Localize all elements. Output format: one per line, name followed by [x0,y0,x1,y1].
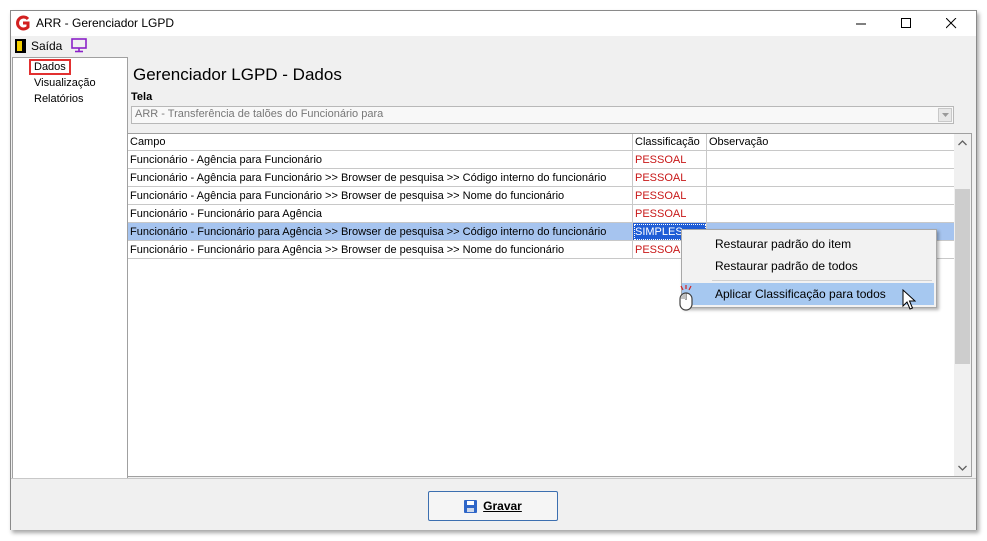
scrollbar-thumb[interactable] [955,189,970,364]
scroll-up-button[interactable] [954,134,971,151]
tree-item-relatorios[interactable]: Relatórios [34,93,84,105]
app-logo-icon [16,15,30,31]
monitor-icon[interactable] [71,38,87,53]
table-row[interactable]: Funcionário - Agência para Funcionário >… [128,187,958,205]
grid-header: Campo Classificação Observação [128,134,958,151]
cell-campo[interactable]: Funcionário - Agência para Funcionário [128,151,633,169]
exit-door-icon [15,39,26,53]
cell-classificacao[interactable]: PESSOAL [633,205,707,223]
tree-item-dados[interactable]: Dados [29,59,71,75]
vertical-scrollbar[interactable] [954,134,971,476]
dropdown-button[interactable] [938,108,952,122]
column-header-observacao[interactable]: Observação [707,134,958,151]
maximize-icon [901,18,911,28]
chevron-up-icon [958,139,967,145]
table-row[interactable]: Funcionário - Agência para Funcionário P… [128,151,958,169]
context-menu: Restaurar padrão do item Restaurar padrã… [681,229,937,308]
save-button-label: Gravar [483,499,522,513]
minimize-icon [856,23,866,25]
table-row[interactable]: Funcionário - Agência para Funcionário >… [128,169,958,187]
chevron-down-icon [958,465,967,471]
scroll-down-button[interactable] [954,459,971,476]
screen-select[interactable]: ARR - Transferência de talões do Funcion… [131,106,954,124]
footer-bar: Gravar [11,478,976,530]
column-header-campo[interactable]: Campo [128,134,633,151]
screen-label: Tela [131,91,153,103]
cell-observacao[interactable] [707,187,958,205]
cell-classificacao[interactable]: PESSOAL [633,169,707,187]
exit-label: Saída [31,39,63,53]
floppy-disk-icon [464,499,478,513]
cell-observacao[interactable] [707,169,958,187]
chevron-down-icon [941,113,949,117]
mouse-click-icon [679,285,693,311]
exit-menu-item[interactable]: Saída [15,38,62,54]
menu-item-restore-all-defaults[interactable]: Restaurar padrão de todos [682,255,934,277]
menu-item-label: Aplicar Classificação para todos [715,287,886,301]
cell-observacao[interactable] [707,205,958,223]
cell-classificacao[interactable]: PESSOAL [633,187,707,205]
column-header-classificacao[interactable]: Classificação [633,134,707,151]
page-title: Gerenciador LGPD - Dados [133,65,342,84]
cell-campo[interactable]: Funcionário - Funcionário para Agência >… [128,223,633,241]
menu-item-label: Restaurar padrão do item [715,237,852,251]
cell-campo[interactable]: Funcionário - Funcionário para Agência >… [128,241,633,259]
maximize-button[interactable] [884,11,929,36]
navigation-tree: Dados Visualização Relatórios [12,57,128,479]
window-title: ARR - Gerenciador LGPD [36,16,175,30]
cell-classificacao[interactable]: PESSOAL [633,151,707,169]
cell-campo[interactable]: Funcionário - Agência para Funcionário >… [128,187,633,205]
mouse-pointer-icon [902,289,916,310]
menu-bar: Saída [11,36,976,56]
menu-item-apply-classification-all[interactable]: Aplicar Classificação para todos [682,283,934,305]
menu-item-restore-item-default[interactable]: Restaurar padrão do item [682,233,934,255]
close-button[interactable] [929,11,974,36]
title-bar[interactable]: ARR - Gerenciador LGPD [11,11,976,36]
screen-select-value: ARR - Transferência de talões do Funcion… [135,108,384,120]
save-button[interactable]: Gravar [428,491,558,521]
cell-campo[interactable]: Funcionário - Agência para Funcionário >… [128,169,633,187]
menu-separator [712,280,932,281]
cell-observacao[interactable] [707,151,958,169]
close-icon [946,18,957,29]
table-row[interactable]: Funcionário - Funcionário para Agência P… [128,205,958,223]
minimize-button[interactable] [839,11,884,36]
tree-item-visualizacao[interactable]: Visualização [34,77,96,89]
menu-item-label: Restaurar padrão de todos [715,259,858,273]
cell-campo[interactable]: Funcionário - Funcionário para Agência [128,205,633,223]
